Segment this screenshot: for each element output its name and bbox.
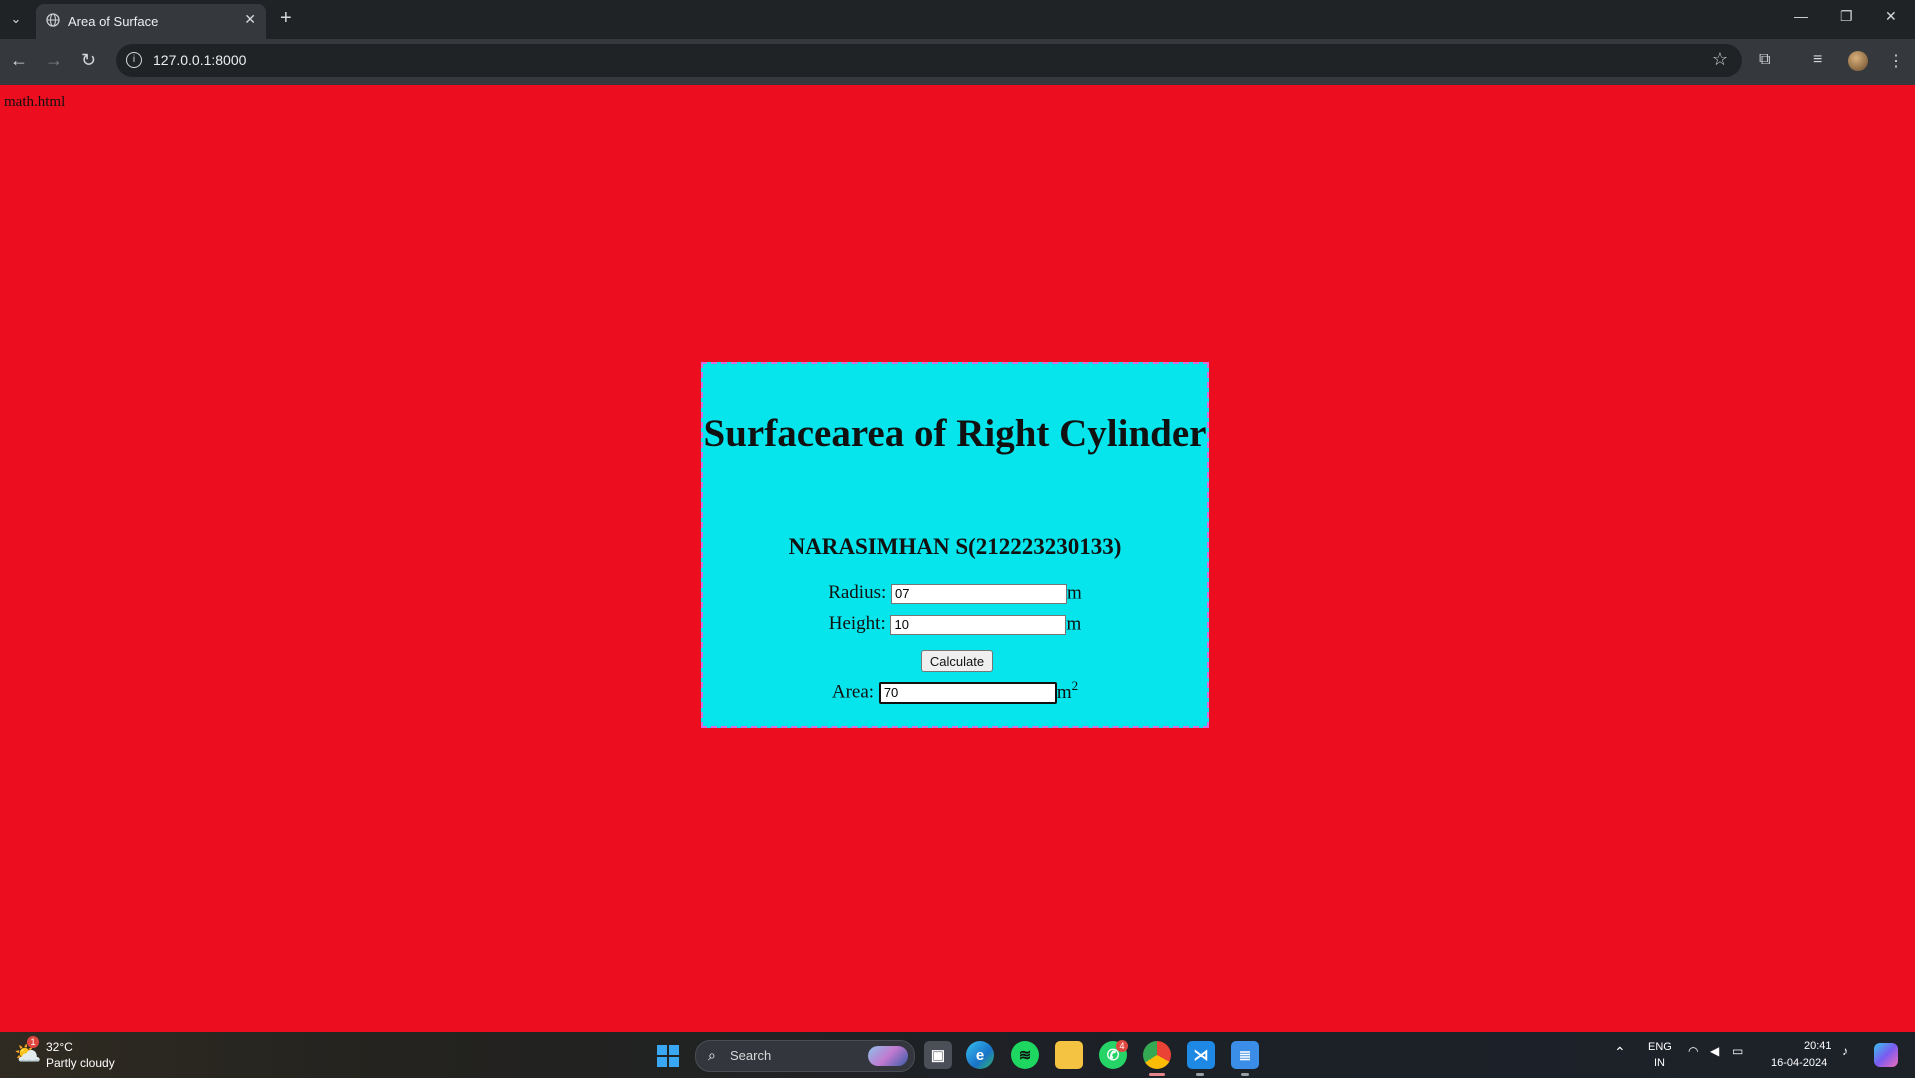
tab-title: Area of Surface	[68, 14, 159, 29]
chrome-icon[interactable]	[1143, 1041, 1171, 1069]
tab-close-icon[interactable]: ✕	[244, 11, 256, 28]
search-icon: ⌕	[708, 1047, 716, 1063]
author-label: NARASIMHAN S(212223230133)	[788, 534, 1122, 559]
vscode-icon[interactable]: ⋊	[1187, 1041, 1215, 1069]
calculator-card: Surfacearea of Right Cylinder NARASIMHAN…	[701, 362, 1209, 728]
wifi-icon[interactable]: ◠	[1688, 1044, 1698, 1058]
taskbar-search[interactable]: ⌕ Search	[695, 1040, 915, 1072]
more-menu-icon[interactable]: ⋮	[1888, 51, 1904, 71]
chrome-active-indicator	[1149, 1073, 1165, 1076]
radius-label: Radius:	[828, 582, 887, 603]
height-label: Height:	[828, 613, 886, 634]
restore-icon[interactable]: ❐	[1840, 8, 1853, 25]
browser-tab-active[interactable]: Area of Surface ✕	[36, 4, 266, 39]
show-hidden-icons-chevron[interactable]: ⌃	[1614, 1044, 1626, 1061]
spotify-icon[interactable]: ≋	[1011, 1041, 1039, 1069]
area-row: Area: m2	[703, 678, 1207, 704]
task-view-icon[interactable]: ▣	[924, 1041, 952, 1069]
profile-avatar[interactable]	[1848, 51, 1868, 71]
minimize-icon[interactable]: —	[1794, 8, 1808, 24]
volume-icon[interactable]: ◀	[1710, 1044, 1719, 1058]
bookmark-star-icon[interactable]: ☆	[1712, 49, 1728, 70]
extensions-icon[interactable]: ⧉	[1759, 51, 1770, 69]
globe-icon	[46, 13, 60, 27]
language-label[interactable]: ENG	[1648, 1041, 1672, 1053]
whatsapp-badge: 4	[1116, 1040, 1128, 1052]
notification-bell-icon[interactable]: ♪	[1842, 1044, 1848, 1058]
file-explorer-icon[interactable]	[1055, 1041, 1083, 1069]
page-heading: Surfacearea of Right Cylinder	[703, 412, 1207, 455]
radius-input[interactable]	[891, 583, 1068, 604]
weather-temperature[interactable]: 32°C	[46, 1040, 73, 1054]
page-filename: math.html	[4, 94, 66, 110]
address-bar[interactable]: i 127.0.0.1:8000 ☆	[116, 44, 1742, 77]
notepad-running-indicator	[1241, 1073, 1249, 1076]
back-arrow-icon[interactable]: ←	[10, 50, 28, 71]
area-output[interactable]	[878, 681, 1057, 704]
taskbar: ⛅ 1 32°C Partly cloudy ⌕ Search ▣ e ≋ ✆ …	[0, 1032, 1915, 1078]
area-exponent: 2	[1071, 678, 1079, 693]
window-close-icon[interactable]: ✕	[1885, 8, 1897, 25]
area-label: Area:	[831, 681, 875, 703]
calculate-button[interactable]: Calculate	[921, 650, 993, 672]
tab-strip: ⌄ Area of Surface ✕ + — ❐ ✕	[0, 0, 1915, 39]
tab-search-chevron-icon[interactable]: ⌄	[4, 6, 28, 32]
height-input[interactable]	[890, 614, 1067, 635]
site-info-icon[interactable]: i	[126, 52, 142, 68]
reload-icon[interactable]: ↻	[81, 50, 96, 71]
edge-icon[interactable]: e	[966, 1041, 994, 1069]
vscode-running-indicator	[1196, 1073, 1204, 1076]
windows-start-icon[interactable]	[657, 1045, 679, 1067]
media-controls-icon[interactable]: ≡	[1813, 51, 1822, 69]
clock-time[interactable]: 20:41	[1804, 1040, 1832, 1052]
radius-row: Radius: m	[703, 582, 1207, 605]
height-unit: m	[1066, 613, 1082, 635]
page-body: math.html Surfacearea of Right Cylinder …	[0, 85, 1915, 1032]
region-label[interactable]: IN	[1654, 1057, 1665, 1069]
search-label: Search	[730, 1048, 772, 1063]
copilot-icon[interactable]	[1874, 1043, 1898, 1067]
clock-date[interactable]: 16-04-2024	[1771, 1057, 1827, 1069]
new-tab-button[interactable]: +	[280, 7, 292, 30]
area-unit: m	[1056, 681, 1072, 703]
address-url[interactable]: 127.0.0.1:8000	[153, 52, 246, 68]
height-row: Height: m	[703, 613, 1207, 636]
browser-toolbar: ← → ↻ i 127.0.0.1:8000 ☆ ⧉ ≡ ⋮	[0, 39, 1915, 85]
forward-arrow-icon[interactable]: →	[45, 50, 63, 71]
battery-icon[interactable]: ▭	[1732, 1044, 1743, 1058]
weather-badge: 1	[27, 1036, 39, 1048]
search-highlight-icon	[868, 1046, 908, 1066]
radius-unit: m	[1067, 582, 1082, 604]
notepad-icon[interactable]: ≣	[1231, 1041, 1259, 1069]
weather-description[interactable]: Partly cloudy	[46, 1056, 115, 1070]
